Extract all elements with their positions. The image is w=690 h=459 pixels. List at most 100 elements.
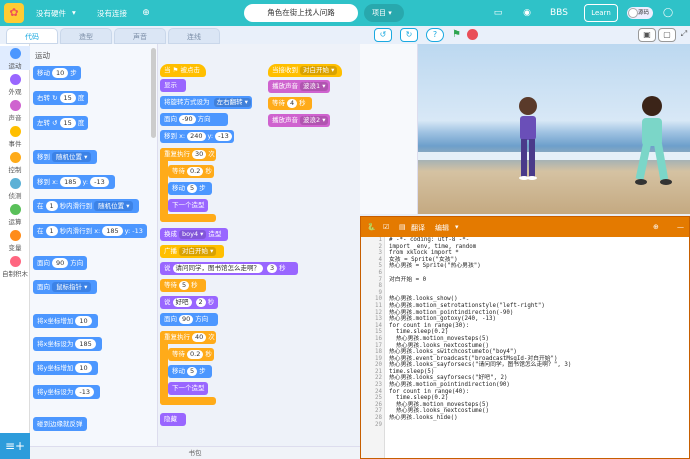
category-motion[interactable]: 运动	[0, 46, 30, 70]
code-line[interactable]	[389, 422, 687, 429]
globe-icon[interactable]: ⊕	[140, 7, 152, 19]
code-line[interactable]	[389, 283, 687, 290]
script-block[interactable]: 移到 x: 240 y: -13	[160, 130, 234, 143]
palette-block-turn-left[interactable]: 左转 ↺ 15 度	[33, 116, 89, 130]
fullscreen-icon[interactable]: ⤢	[678, 28, 690, 42]
code-line[interactable]: 热心男孩.looks_show()	[389, 296, 687, 303]
block-input[interactable]: 0.2	[187, 167, 204, 176]
redo-button[interactable]: ↻	[400, 28, 418, 42]
palette-block-turn-right[interactable]: 右转 ↻ 15 度	[33, 91, 89, 105]
palette-block-goto[interactable]: 移到 随机位置 ▾	[33, 150, 98, 164]
add-extension-button[interactable]: ≡+	[0, 433, 30, 459]
script-block[interactable]: 移动 5 步	[168, 365, 212, 378]
code-line[interactable]: 热心男孩.looks_hide()	[389, 415, 687, 422]
tab-costumes[interactable]: 造型	[60, 28, 112, 44]
palette-block-goto-xy[interactable]: 移到 x: 185 y: -13	[33, 175, 115, 189]
script-block[interactable]: 说请问同学，图书馆怎么走啊？ 3 秒	[160, 262, 298, 275]
script-block[interactable]: 等待 5 秒	[160, 279, 206, 292]
undo-button[interactable]: ↺	[374, 28, 392, 42]
script-block[interactable]: 播放声音 波浪2 ▾	[268, 114, 330, 127]
block-input[interactable]: -13	[90, 177, 109, 187]
script-block[interactable]: 移动 5 步	[168, 182, 212, 195]
block-dropdown[interactable]: 波浪1 ▾	[300, 82, 329, 91]
block-input[interactable]: 185	[102, 226, 123, 236]
tab-sounds[interactable]: 声音	[114, 28, 166, 44]
mode-toggle[interactable]: 源码	[627, 7, 653, 19]
code-line[interactable]: 热心男孩.motion_pointindirection(90)	[389, 382, 687, 389]
green-flag-icon[interactable]: ⚑	[452, 29, 462, 40]
block-input[interactable]: 10	[75, 363, 92, 373]
palette-block-move[interactable]: 移动 10 步	[33, 66, 81, 80]
info-icon[interactable]: ⊕	[653, 223, 659, 231]
script-block[interactable]: 播放声音 波浪1 ▾	[268, 80, 330, 93]
script-block[interactable]: 面向 90 方向	[160, 313, 218, 326]
category-my-blocks[interactable]: 自制积木	[0, 254, 30, 278]
palette-block-glide[interactable]: 在 1 秒内滑行到 随机位置 ▾	[33, 199, 140, 213]
code-line[interactable]: time.sleep(0.2)	[389, 329, 687, 336]
connect-menu[interactable]: 没有连接	[97, 8, 127, 19]
palette-block-change-y[interactable]: 将y坐标增加 10	[33, 361, 98, 375]
large-stage-icon[interactable]: ▢	[658, 28, 676, 42]
block-dropdown[interactable]: boy4 ▾	[179, 230, 207, 239]
block-input[interactable]: 240	[187, 132, 206, 141]
category-variables[interactable]: 变量	[0, 228, 30, 252]
block-input[interactable]: 5	[187, 184, 198, 193]
block-input[interactable]: 40	[192, 333, 207, 342]
tab-code[interactable]: 代码	[6, 28, 58, 44]
project-title-input[interactable]: 角色在街上找人问路	[244, 4, 358, 22]
category-looks[interactable]: 外观	[0, 72, 30, 96]
user-icon[interactable]: ◯	[662, 7, 674, 19]
block-input[interactable]: 10	[75, 316, 92, 326]
block-dropdown[interactable]: 左右翻转 ▾	[213, 98, 251, 107]
code-line[interactable]: for count in range(30):	[389, 323, 687, 330]
block-input[interactable]: 1	[45, 201, 58, 211]
script-block[interactable]: 等待 0.2 秒	[168, 348, 214, 361]
block-input[interactable]: 185	[75, 339, 96, 349]
block-input[interactable]: 15	[59, 118, 76, 128]
palette-block-point-direction[interactable]: 面向 90 方向	[33, 256, 88, 270]
block-input[interactable]: -13	[75, 387, 94, 397]
hardware-menu[interactable]: 没有硬件	[36, 8, 66, 19]
block-dropdown[interactable]: 随机位置 ▾	[94, 201, 134, 211]
block-input[interactable]: -90	[179, 115, 196, 124]
block-dropdown[interactable]: 随机位置 ▾	[52, 152, 92, 162]
script-block[interactable]: 将旋转方式设为 左右翻转 ▾	[160, 96, 252, 109]
block-input[interactable]: 1	[45, 226, 58, 236]
block-input[interactable]: 2	[195, 298, 206, 307]
block-dropdown[interactable]: 鼠标指针 ▾	[52, 282, 92, 292]
code-line[interactable]: import _env, time, random	[389, 244, 687, 251]
palette-block-set-x[interactable]: 将x坐标设为 185	[33, 337, 102, 351]
block-input[interactable]: 10	[52, 68, 69, 78]
code-line[interactable]: 热心男孩.motion_gotoxy(240, -13)	[389, 316, 687, 323]
code-line[interactable]: # -*- coding: utf-8 -*-	[389, 237, 687, 244]
script-block[interactable]: 等待 4 秒	[268, 97, 312, 110]
bbs-link[interactable]: BBS	[550, 7, 568, 19]
learn-button[interactable]: Learn	[584, 4, 618, 22]
block-input[interactable]: 4	[287, 99, 298, 108]
block-dropdown[interactable]: 对白开始 ▾	[179, 247, 217, 256]
category-control[interactable]: 控制	[0, 150, 30, 174]
script-block[interactable]: 重复执行 40 次	[160, 331, 216, 344]
script-block[interactable]: 等待 0.2 秒	[168, 165, 214, 178]
category-events[interactable]: 事件	[0, 124, 30, 148]
code-line[interactable]: 热心男孩.looks_sayforsecs("请问同学，图书馆怎么走啊？", 3…	[389, 362, 687, 369]
project-menu[interactable]: 项目 ▾	[364, 4, 404, 22]
block-input[interactable]: 5	[179, 281, 190, 290]
code-line[interactable]: time.sleep(0.2)	[389, 395, 687, 402]
script-block[interactable]: 广播 对白开始 ▾	[160, 245, 224, 258]
code-line[interactable]: from xklock import *	[389, 250, 687, 257]
block-input[interactable]: 好吧	[172, 298, 192, 307]
palette-block-bounce[interactable]: 碰到边缘就反弹	[33, 417, 87, 431]
category-operators[interactable]: 运算	[0, 202, 30, 226]
block-dropdown[interactable]: 波浪2 ▾	[300, 116, 329, 125]
code-line[interactable]: 对白开始 = 0	[389, 277, 687, 284]
palette-block-glide-xy[interactable]: 在 1 秒内滑行到 x: 185 y: -13	[33, 224, 147, 238]
code-line[interactable]: 热心男孩.motion_setrotationstyle("left-right…	[389, 303, 687, 310]
palette-block-set-y[interactable]: 将y坐标设为 -13	[33, 385, 100, 399]
script-block[interactable]: 换成 boy4 ▾ 造型	[160, 228, 228, 241]
palette-scrollbar[interactable]	[151, 48, 156, 138]
code-line[interactable]: 热心男孩 = Sprite("热心男孩")	[389, 263, 687, 270]
block-input[interactable]: 0.2	[187, 350, 204, 359]
code-lines[interactable]: # -*- coding: utf-8 -*- import _env, time…	[389, 237, 687, 428]
checkbox-icon[interactable]: ☑	[383, 223, 389, 231]
